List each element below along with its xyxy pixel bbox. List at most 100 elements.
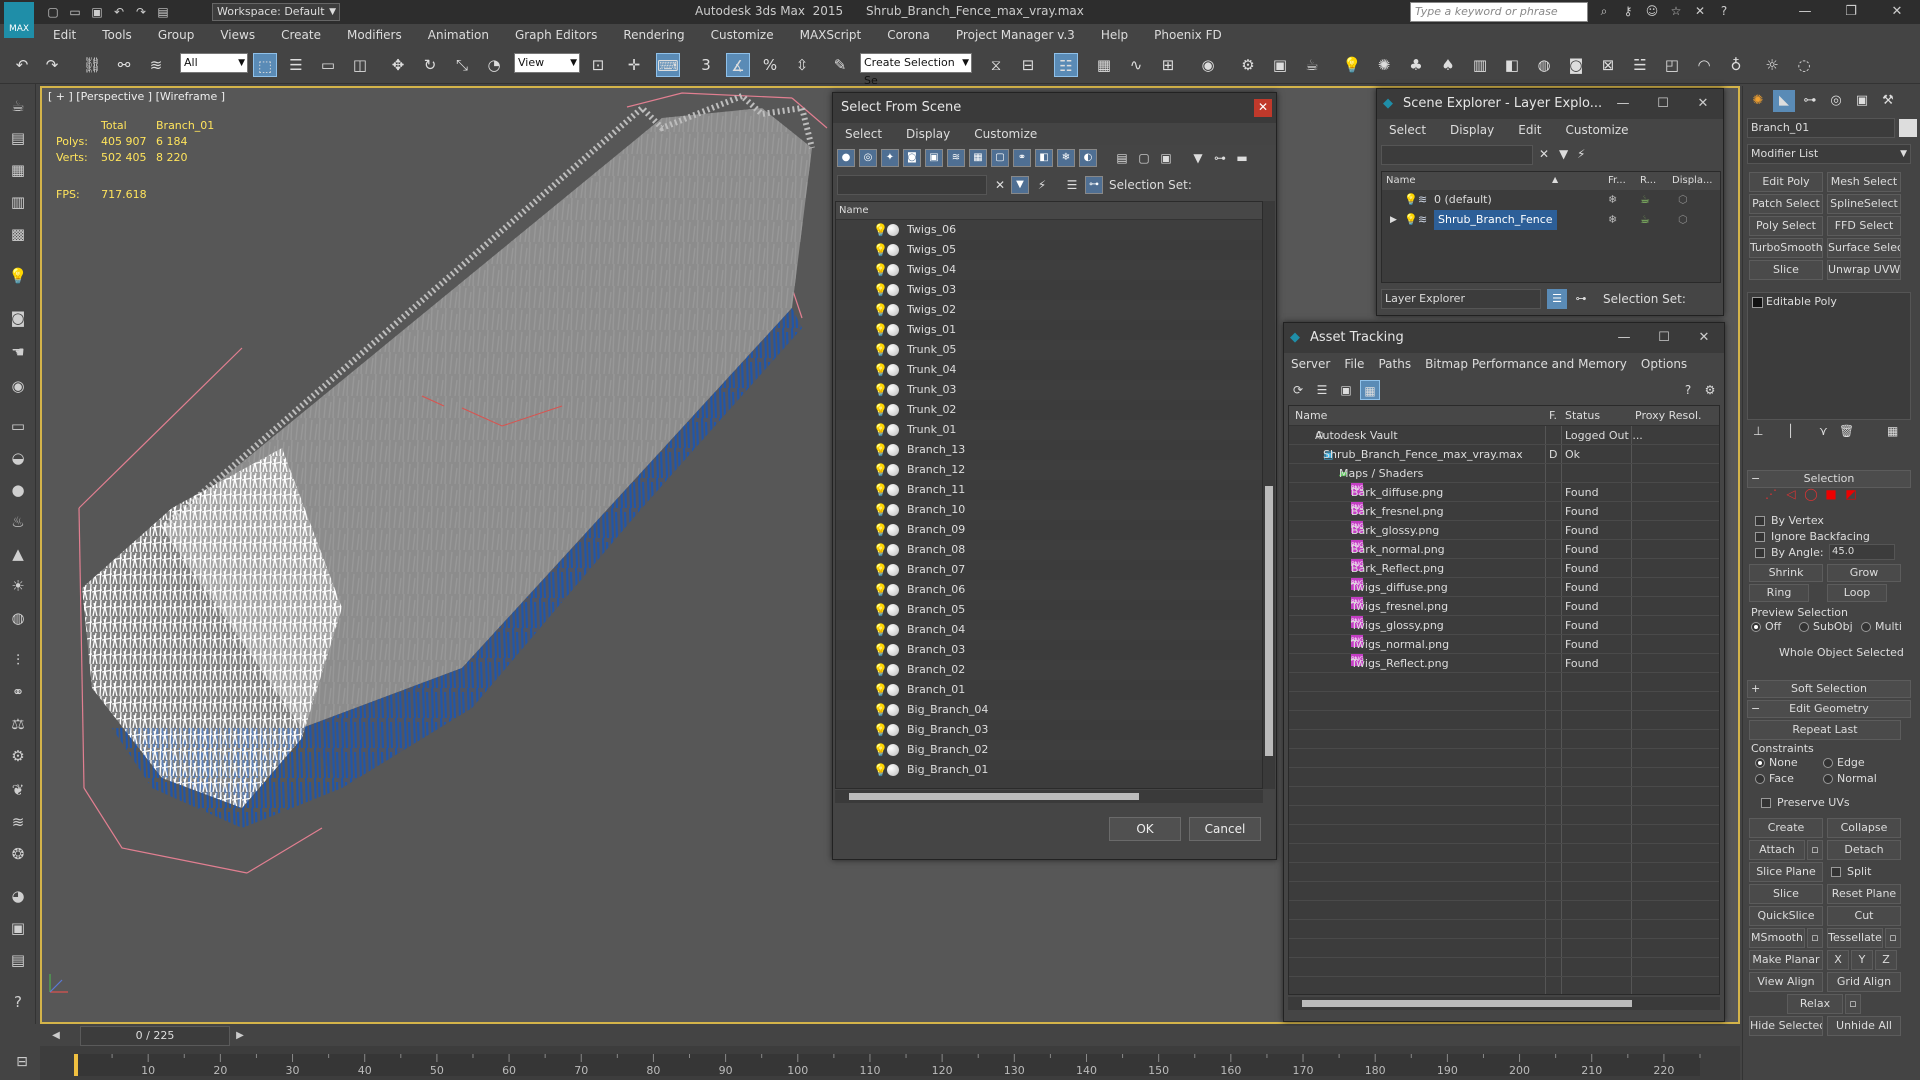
- table-row[interactable]: PNG Twigs_Reflect.png Found: [1289, 654, 1719, 673]
- teapot-render-icon[interactable]: ☕: [1640, 210, 1650, 230]
- cancel-button[interactable]: Cancel: [1189, 817, 1261, 841]
- light-bulb-icon[interactable]: 💡: [873, 503, 888, 517]
- shrink-button[interactable]: Shrink: [1749, 564, 1823, 582]
- table-row[interactable]: PNG Bark_diffuse.png Found: [1289, 483, 1719, 502]
- display-box-icon[interactable]: ⬡: [1678, 210, 1688, 230]
- planar-x-button[interactable]: X: [1827, 950, 1849, 970]
- horizontal-scrollbar[interactable]: [835, 790, 1263, 803]
- thumbnail-view-icon[interactable]: ▣: [1336, 380, 1356, 400]
- asset-col-name[interactable]: Name: [1295, 406, 1327, 426]
- asset-col-status[interactable]: Status: [1565, 406, 1600, 426]
- filter-xrefs-icon[interactable]: ▢: [991, 149, 1009, 167]
- time-slider-thumb[interactable]: 0 / 225: [80, 1026, 230, 1046]
- pattern-icon[interactable]: ❂: [6, 842, 30, 866]
- align-icon[interactable]: ⊟: [1016, 53, 1040, 77]
- filter-geometry-icon[interactable]: ●: [837, 149, 855, 167]
- light-bulb-icon[interactable]: 💡: [6, 264, 30, 288]
- light-bulb-icon[interactable]: 💡: [873, 263, 888, 277]
- sfs-menu-customize[interactable]: Customize: [962, 123, 1049, 145]
- edge-mode-icon[interactable]: ◁: [1783, 486, 1799, 502]
- list-item[interactable]: 💡 Big_Branch_03: [836, 720, 1262, 740]
- render-production-icon[interactable]: ☕: [1300, 53, 1324, 77]
- spinner-snap-icon[interactable]: ⇳: [790, 53, 814, 77]
- msmooth-button[interactable]: MSmooth: [1749, 928, 1805, 948]
- unlink-icon[interactable]: ⚯: [112, 53, 136, 77]
- project-folder-icon[interactable]: ▤: [154, 3, 172, 21]
- object-name-field[interactable]: Branch_01: [1747, 118, 1895, 138]
- polygon-mode-icon[interactable]: ■: [1823, 486, 1839, 502]
- options-icon[interactable]: ⚙: [1700, 380, 1720, 400]
- tessellate-button[interactable]: Tessellate: [1827, 928, 1883, 948]
- configure-sets-icon[interactable]: ▦: [1887, 424, 1898, 438]
- system-icon[interactable]: ⚖: [6, 712, 30, 736]
- next-frame-icon[interactable]: ▶: [232, 1026, 248, 1046]
- plant-icon[interactable]: ❦: [6, 778, 30, 802]
- menu-views[interactable]: Views: [207, 28, 268, 42]
- list-item[interactable]: 💡 Branch_08: [836, 540, 1262, 560]
- light-bulb-icon[interactable]: 💡: [873, 763, 888, 777]
- rendered-frame-window-icon[interactable]: ▣: [1268, 53, 1292, 77]
- border-mode-icon[interactable]: ◯: [1803, 486, 1819, 502]
- mini-curve-editor-icon[interactable]: ⊟: [10, 1050, 34, 1074]
- reset-plane-button[interactable]: Reset Plane: [1827, 884, 1901, 904]
- minimize-icon[interactable]: —: [1604, 323, 1644, 353]
- light-bulb-icon[interactable]: 💡: [873, 283, 888, 297]
- list-item[interactable]: 💡 Branch_13: [836, 440, 1262, 460]
- expand-arrow-icon[interactable]: ▶: [1390, 210, 1397, 230]
- stack-item-editable-poly[interactable]: Editable Poly: [1748, 293, 1910, 311]
- exchange-icon[interactable]: ✕: [1692, 3, 1708, 19]
- toggle-ribbon-icon[interactable]: ▦: [1092, 53, 1116, 77]
- layer-stack-icon[interactable]: ☰: [1547, 289, 1567, 309]
- filter-icon[interactable]: ▼: [1559, 147, 1568, 161]
- minimize-icon[interactable]: —: [1782, 0, 1828, 24]
- menu-animation[interactable]: Animation: [415, 28, 502, 42]
- list-item[interactable]: 💡 Twigs_06: [836, 220, 1262, 240]
- make-planar-button[interactable]: Make Planar: [1749, 950, 1823, 970]
- light-bulb-icon[interactable]: 💡: [873, 323, 888, 337]
- layer-row[interactable]: ▶ 💡 ≋ Shrub_Branch_Fence ❄ ☕ ⬡: [1382, 210, 1720, 230]
- list-item[interactable]: 💡 Branch_09: [836, 520, 1262, 540]
- preview-subobj-radio[interactable]: [1799, 622, 1809, 632]
- hierarchy-tab-icon[interactable]: ⊶: [1799, 90, 1821, 112]
- menu-maxscript[interactable]: MAXScript: [787, 28, 875, 42]
- vray-render-icon[interactable]: ◙: [1564, 53, 1588, 77]
- list-item[interactable]: 💡 Branch_06: [836, 580, 1262, 600]
- display-invert-icon[interactable]: ▣: [1157, 149, 1175, 167]
- list-item[interactable]: 💡 Branch_03: [836, 640, 1262, 660]
- constraint-none-radio[interactable]: [1755, 758, 1765, 768]
- explorer-mode-dropdown[interactable]: Layer Explorer: [1381, 289, 1541, 309]
- restore-icon[interactable]: ❐: [1828, 0, 1874, 24]
- close-icon[interactable]: ✕: [1254, 99, 1272, 117]
- grow-button[interactable]: Grow: [1827, 564, 1901, 582]
- vray-ies-icon[interactable]: ☼: [1760, 53, 1784, 77]
- ring-button[interactable]: Ring: [1749, 584, 1809, 602]
- redo-icon[interactable]: ↷: [40, 53, 64, 77]
- object-color-swatch[interactable]: [1899, 119, 1917, 137]
- menu-project-manager[interactable]: Project Manager v.3: [943, 28, 1088, 42]
- select-dependents-icon[interactable]: ▬: [1233, 149, 1251, 167]
- bind-space-warp-icon[interactable]: ≋: [144, 53, 168, 77]
- new-file-icon[interactable]: ▢: [44, 3, 62, 21]
- display-grid-icon[interactable]: ▩: [6, 222, 30, 246]
- create-button[interactable]: Create: [1749, 818, 1823, 838]
- menu-edit[interactable]: Edit: [40, 28, 89, 42]
- mesh-select-button[interactable]: Mesh Select: [1827, 172, 1901, 192]
- list-item[interactable]: 💡 Big_Branch_02: [836, 740, 1262, 760]
- sfs-menu-select[interactable]: Select: [833, 123, 894, 145]
- angle-snap-icon[interactable]: ∡: [726, 53, 750, 77]
- se-menu-select[interactable]: Select: [1377, 119, 1438, 141]
- light-bulb-icon[interactable]: 💡: [873, 443, 888, 457]
- freeze-icon[interactable]: ❄: [1608, 190, 1617, 210]
- cylinder-icon[interactable]: ◒: [6, 446, 30, 470]
- app-logo[interactable]: MAX: [4, 2, 34, 38]
- motion-tab-icon[interactable]: ◎: [1825, 90, 1847, 112]
- light-bulb-icon[interactable]: 💡: [873, 723, 888, 737]
- light-bulb-icon[interactable]: 💡: [873, 543, 888, 557]
- light-bulb-icon[interactable]: 💡: [873, 363, 888, 377]
- display-none-icon[interactable]: ▢: [1135, 149, 1153, 167]
- light-bulb-icon[interactable]: 💡: [873, 423, 888, 437]
- vray-sphere-icon[interactable]: ◍: [1532, 53, 1556, 77]
- list-item[interactable]: 💡 Branch_12: [836, 460, 1262, 480]
- slice-button[interactable]: Slice: [1749, 884, 1823, 904]
- vray-frame-buffer-icon[interactable]: ⊠: [1596, 53, 1620, 77]
